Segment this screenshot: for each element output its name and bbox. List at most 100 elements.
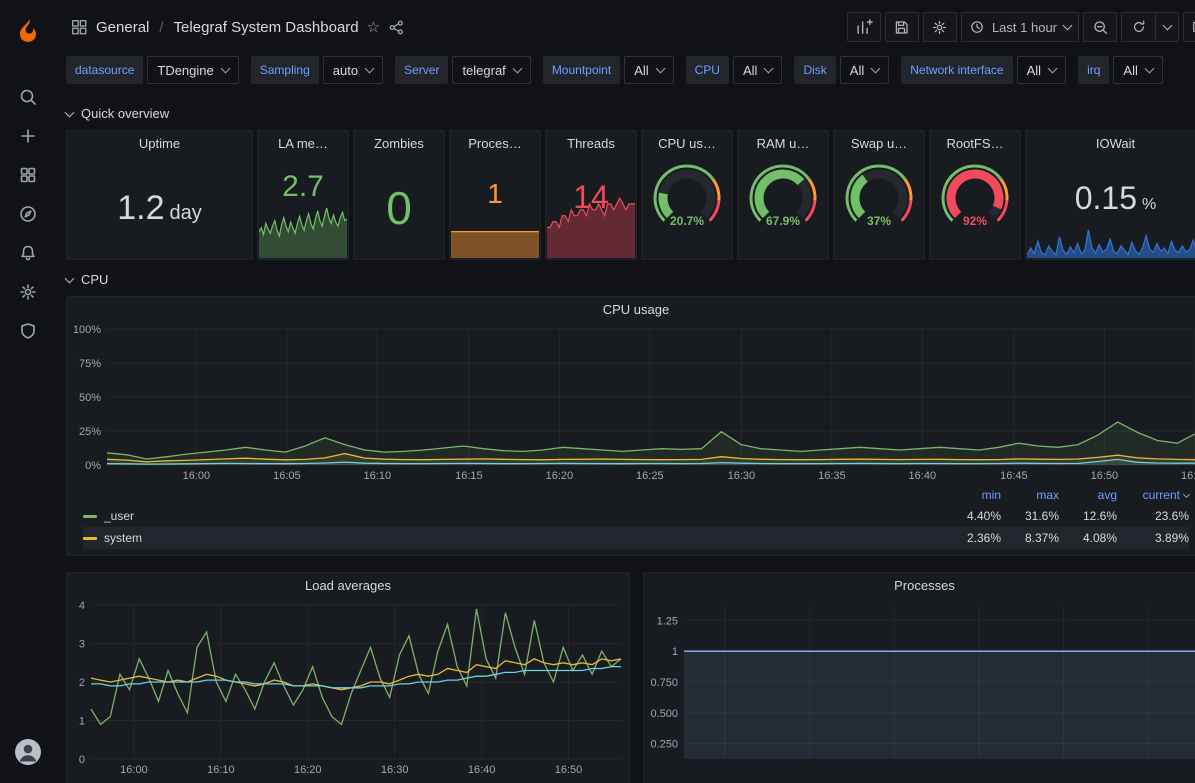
dashboard-settings-button[interactable] <box>923 12 957 42</box>
variable-sampling: Sampling auto <box>251 56 383 84</box>
save-dashboard-button[interactable] <box>885 12 919 42</box>
search-icon[interactable] <box>8 77 48 116</box>
explore-compass-icon[interactable] <box>8 194 48 233</box>
breadcrumb-title[interactable]: Telegraf System Dashboard <box>174 19 359 36</box>
refresh-icon[interactable] <box>1121 12 1155 42</box>
user-avatar[interactable] <box>8 732 48 771</box>
legend-col-max[interactable]: max <box>1001 488 1059 502</box>
panel-title[interactable]: RAM u… <box>738 131 828 157</box>
svg-text:1.25: 1.25 <box>657 615 678 627</box>
sidebar <box>0 0 56 783</box>
bottom-panels-row: Load averages 4321016:0016:1016:2016:301… <box>66 572 1195 783</box>
variable-label: Sampling <box>251 56 319 84</box>
create-plus-icon[interactable] <box>8 116 48 155</box>
variable-disk-select[interactable]: All <box>840 56 889 84</box>
svg-text:16:10: 16:10 <box>364 470 392 482</box>
stat-panel-load-average: LA me… 2.7 <box>257 130 349 260</box>
refresh-interval-dropdown[interactable] <box>1155 12 1179 42</box>
stats-row: Uptime 1.2day LA me… 2.7 Zombies 0 <box>66 130 1195 260</box>
legend-col-min[interactable]: min <box>943 488 1001 502</box>
svg-text:75%: 75% <box>79 358 101 370</box>
grafana-logo[interactable] <box>8 10 48 49</box>
breadcrumb-separator: / <box>159 19 163 36</box>
variable-label: Server <box>395 56 448 84</box>
breadcrumb: General / Telegraf System Dashboard ☆ <box>70 18 405 36</box>
panel-title[interactable]: Processes <box>644 573 1195 599</box>
variable-label: datasource <box>66 56 143 84</box>
apps-grid-icon <box>70 18 88 36</box>
alerting-bell-icon[interactable] <box>8 233 48 272</box>
panel-title[interactable]: Load averages <box>67 573 629 599</box>
legend-row-softirq: softirq 0.626% 4.11% 1.18% 1.34% <box>83 549 1189 556</box>
variable-network-interface-select[interactable]: All <box>1017 56 1066 84</box>
svg-text:50%: 50% <box>79 392 101 404</box>
variable-label: irq <box>1078 56 1109 84</box>
variable-network-interface: Network interface All <box>901 56 1066 84</box>
panel-title[interactable]: Zombies <box>354 131 444 157</box>
legend-series-label[interactable]: system <box>83 531 943 545</box>
panel-title[interactable]: Proces… <box>450 131 540 157</box>
navbar-actions: Last 1 hour <box>847 12 1195 42</box>
legend-col-current[interactable]: current <box>1117 488 1189 502</box>
processes-chart[interactable]: 1.2510.7500.5000.250 <box>644 599 1195 777</box>
stat-panel-uptime: Uptime 1.2day <box>66 130 253 260</box>
panel-title[interactable]: RootFS… <box>930 131 1020 157</box>
configuration-gear-icon[interactable] <box>8 272 48 311</box>
variables-row: datasource TDengine Sampling auto Server… <box>56 54 1195 94</box>
dashboards-icon[interactable] <box>8 155 48 194</box>
gauge: 37% <box>839 160 919 234</box>
svg-text:16:30: 16:30 <box>728 470 756 482</box>
row-cpu[interactable]: CPU <box>66 266 108 292</box>
stat-panel-swap-usage-gauge: Swap u… 37% <box>833 130 925 260</box>
svg-text:16:00: 16:00 <box>120 764 148 776</box>
panel-processes: Processes 1.2510.7500.5000.250 <box>643 572 1195 783</box>
variable-datasource-select[interactable]: TDengine <box>147 56 238 84</box>
panel-title[interactable]: CPU us… <box>642 131 732 157</box>
svg-text:16:20: 16:20 <box>294 764 322 776</box>
svg-text:16:10: 16:10 <box>207 764 235 776</box>
gauge: 67.9% <box>743 160 823 234</box>
variable-mountpoint: Mountpoint All <box>543 56 674 84</box>
panel-cpu-usage: CPU usage 100%75%50%25%0%16:0016:0516:10… <box>66 296 1195 556</box>
grafana-app: General / Telegraf System Dashboard ☆ <box>0 0 1195 783</box>
stat-value: 0 <box>354 157 444 259</box>
svg-text:16:45: 16:45 <box>1000 470 1028 482</box>
panel-title[interactable]: IOWait <box>1026 131 1195 157</box>
svg-text:16:50: 16:50 <box>1091 470 1119 482</box>
zoom-out-button[interactable] <box>1083 12 1117 42</box>
series-color-swatch <box>83 537 97 540</box>
load-averages-chart[interactable]: 4321016:0016:1016:2016:3016:4016:50 <box>67 599 629 777</box>
svg-text:16:30: 16:30 <box>381 764 409 776</box>
panel-title[interactable]: Swap u… <box>834 131 924 157</box>
legend-col-avg[interactable]: avg <box>1059 488 1117 502</box>
svg-text:2: 2 <box>79 677 85 689</box>
share-icon[interactable] <box>388 19 405 36</box>
svg-text:16:15: 16:15 <box>455 470 483 482</box>
time-range-picker[interactable]: Last 1 hour <box>961 12 1079 42</box>
panel-title[interactable]: Threads <box>546 131 636 157</box>
tv-mode-button[interactable] <box>1183 12 1195 42</box>
variable-cpu-select[interactable]: All <box>733 56 782 84</box>
svg-text:3: 3 <box>79 639 85 651</box>
variable-server-select[interactable]: telegraf <box>452 56 530 84</box>
star-icon[interactable]: ☆ <box>367 18 380 36</box>
breadcrumb-section[interactable]: General <box>96 19 149 36</box>
main-area: General / Telegraf System Dashboard ☆ <box>56 0 1195 783</box>
panel-title[interactable]: CPU usage <box>67 297 1195 323</box>
time-range-label: Last 1 hour <box>992 20 1057 35</box>
gauge: 20.7% <box>647 160 727 234</box>
variable-sampling-select[interactable]: auto <box>323 56 383 84</box>
legend-series-label[interactable]: _user <box>83 509 943 523</box>
stat-value: 2.7 <box>258 157 348 259</box>
variable-mountpoint-select[interactable]: All <box>624 56 673 84</box>
panel-title[interactable]: Uptime <box>67 131 252 157</box>
variable-irq-select[interactable]: All <box>1113 56 1162 84</box>
svg-text:0.250: 0.250 <box>650 739 678 751</box>
add-panel-button[interactable] <box>847 12 881 42</box>
cpu-usage-chart[interactable]: 100%75%50%25%0%16:0016:0516:1016:1516:20… <box>67 323 1195 483</box>
row-quick-overview[interactable]: Quick overview <box>66 100 169 126</box>
admin-shield-icon[interactable] <box>8 311 48 350</box>
panel-title[interactable]: LA me… <box>258 131 348 157</box>
legend-series-label[interactable]: softirq <box>83 553 943 556</box>
svg-text:1: 1 <box>79 716 85 728</box>
